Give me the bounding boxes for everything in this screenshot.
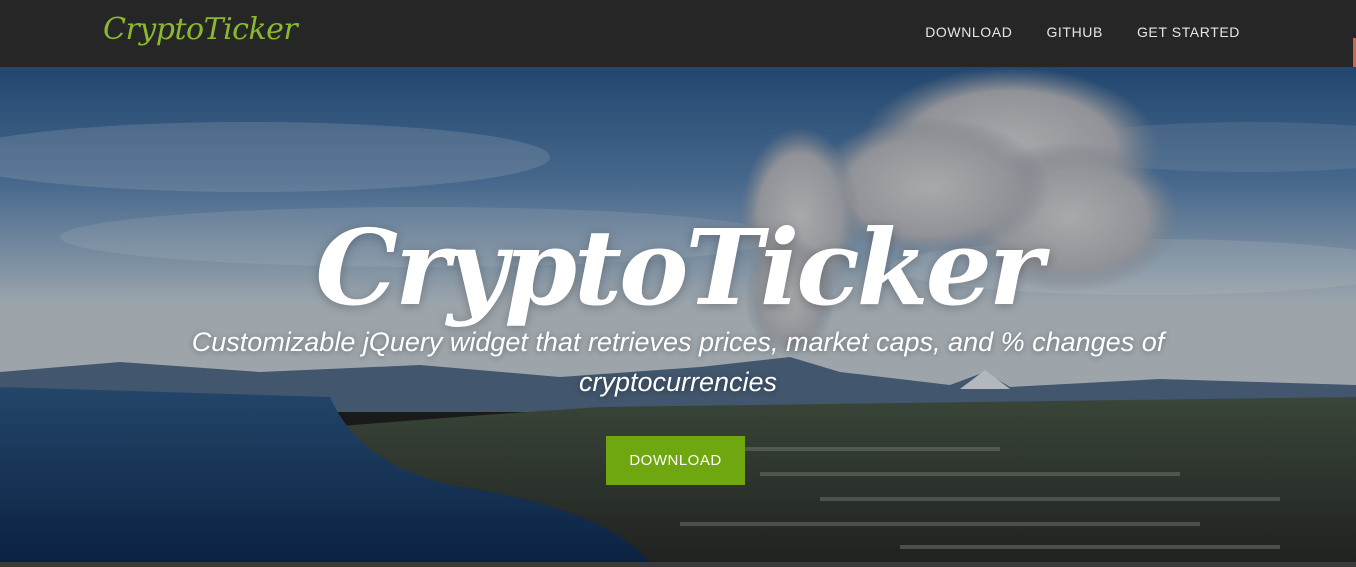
hero-section: CryptoTicker Customizable jQuery widget … xyxy=(0,67,1356,562)
nav-link-github[interactable]: GITHUB xyxy=(1046,24,1103,40)
nav-link-get-started[interactable]: GET STARTED xyxy=(1137,24,1240,40)
next-section-edge xyxy=(0,562,1356,567)
hero-subtitle: Customizable jQuery widget that retrieve… xyxy=(191,327,1165,397)
nav-links: DOWNLOAD GITHUB GET STARTED xyxy=(925,24,1240,40)
nav-link-download[interactable]: DOWNLOAD xyxy=(925,24,1012,40)
hero-download-button[interactable]: DOWNLOAD xyxy=(606,436,745,485)
brand-logo[interactable]: CryptoTicker xyxy=(103,12,298,47)
hero-title: CryptoTicker xyxy=(315,205,1043,329)
navbar: CryptoTicker DOWNLOAD GITHUB GET STARTED xyxy=(0,0,1356,67)
